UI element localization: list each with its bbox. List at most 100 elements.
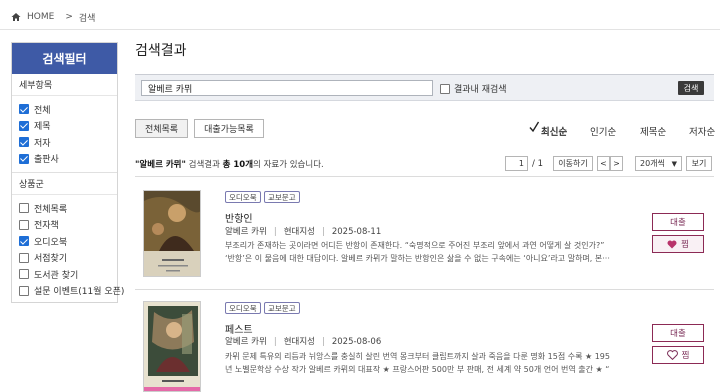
book-cover-image [144,191,200,276]
sort-title[interactable]: 제목순 [640,124,666,138]
item-title[interactable]: 반항인 [225,210,253,225]
checkbox[interactable] [19,219,29,230]
filter-item-bookstore[interactable]: 서점찾기 [19,250,117,267]
item-date: 2025-08-06 [331,337,382,347]
checkbox[interactable] [19,236,29,247]
sort-author[interactable]: 저자순 [689,124,715,138]
loan-button[interactable]: 대출 [652,213,704,231]
tab-available-list[interactable]: 대출가능목록 [194,119,264,138]
search-filter-panel: 검색필터 세부항목 전체 제목 저자 출판사 상품군 전체목록 전자책 오디오북… [11,42,124,303]
item-meta: 알베르 카뮈 | 현대지성 | 2025-08-11 [225,227,382,237]
section-title-product: 상품군 [12,173,117,195]
filter-item-audiobook[interactable]: 오디오북 [19,233,117,250]
per-page-value: 20개씩 [640,159,665,168]
breadcrumb-home[interactable]: HOME [27,12,54,22]
filter-item-ebook[interactable]: 전자책 [19,217,117,234]
item-date: 2025-08-11 [331,227,382,237]
loan-button[interactable]: 대출 [652,324,704,342]
breadcrumb-current: 검색 [78,13,96,24]
prev-page-button[interactable]: < [597,156,610,171]
filter-label: 오디오북 [34,237,68,248]
page-number-input[interactable]: 1 [505,156,528,171]
heart-icon [667,240,677,248]
filter-label: 전체 [34,105,51,116]
desc-line: 부조리가 존재하는 곳이라면 어디든 반항이 존재한다. “숙명적으로 주어진 … [225,241,605,250]
wishlist-label: 찜 [681,351,690,361]
checkbox[interactable] [19,104,29,115]
book-cover[interactable] [143,301,201,392]
rescan-label: 결과내 재검색 [454,85,507,95]
search-button[interactable]: 검색 [678,81,704,95]
section-title-detail: 세부항목 [12,74,117,96]
checkbox[interactable] [19,137,29,148]
checkbox[interactable] [19,269,29,280]
page-title: 검색결과 [135,43,187,59]
list-divider [135,289,714,290]
wishlist-button[interactable]: 찜 [652,346,704,364]
item-meta: 알베르 카뮈 | 현대지성 | 2025-08-06 [225,337,382,347]
list-divider [135,176,714,177]
filter-label: 설문 이벤트(11월 오픈) [34,287,125,298]
desc-line: ‘반항’은 이 물음에 대한 대답이다. 알베르 카뮈가 말하는 반항인은 삶을… [225,254,610,263]
checkbox[interactable] [19,285,29,296]
filter-label: 저자 [34,138,51,149]
sort-latest[interactable]: 최신순 [541,124,567,138]
rescan-option[interactable]: 결과내 재검색 [440,82,507,95]
item-publisher: 현대지성 [283,227,315,237]
filter-item-survey[interactable]: 설문 이벤트(11월 오픈) [19,283,124,300]
view-button[interactable]: 보기 [686,156,712,171]
sort-popular[interactable]: 인기순 [590,124,616,138]
home-icon[interactable] [11,12,21,22]
search-input[interactable] [141,80,433,96]
item-title[interactable]: 페스트 [225,321,253,336]
summary-query: "알베르 카뮈" [135,160,186,170]
item-author: 알베르 카뮈 [225,337,267,347]
search-bar: 결과내 재검색 검색 [135,74,714,101]
item-description: 부조리가 존재하는 곳이라면 어디든 반항이 존재한다. “숙명적으로 주어진 … [225,239,610,265]
filter-item-title[interactable]: 제목 [19,118,117,135]
wishlist-button[interactable]: 찜 [652,235,704,253]
next-page-button[interactable]: > [610,156,623,171]
check-icon [529,121,539,133]
summary-middle: 검색결과 [185,160,223,170]
filter-label: 서점찾기 [34,254,68,265]
filter-label: 도서관 찾기 [34,270,79,281]
filter-label: 출판사 [34,155,59,166]
checkbox[interactable] [19,120,29,131]
item-description: 카뮈 문제 특유의 리듬과 뉘앙스를 충실히 살린 번역 몽크부터 클립트까지 … [225,350,610,376]
checkbox[interactable] [19,153,29,164]
desc-line: 년 노벨문학상 수상 작가 알베르 카뮈의 대표작 ★ 프랑스어판 500만 부… [225,365,610,374]
summary-suffix: 의 자료가 있습니다. [253,160,324,170]
book-cover[interactable] [143,190,201,277]
wishlist-label: 찜 [681,240,689,250]
chevron-down-icon: ▼ [671,159,677,168]
filter-label: 전자책 [34,221,59,232]
filter-item-all[interactable]: 전체 [19,101,117,118]
breadcrumb: HOME > 검색 [11,10,95,24]
checkbox[interactable] [19,203,29,214]
per-page-select[interactable]: 20개씩 ▼ [635,156,682,171]
filter-item-author[interactable]: 저자 [19,134,117,151]
badge-kyobo: 교보문고 [264,191,300,203]
item-author: 알베르 카뮈 [225,227,267,237]
go-page-button[interactable]: 이동하기 [553,156,593,171]
desc-line: 카뮈 문제 특유의 리듬과 뉘앙스를 충실히 살린 번역 몽크부터 클립트까지 … [225,352,610,361]
header-divider [0,29,720,30]
badge-audiobook: 오디오북 [225,302,261,314]
filter-header: 검색필터 [12,43,117,74]
checkbox[interactable] [19,252,29,263]
heart-outline-icon [666,350,678,360]
badge-kyobo: 교보문고 [264,302,300,314]
filter-label: 전체목록 [34,204,68,215]
filter-label: 제목 [34,122,51,133]
filter-item-publisher[interactable]: 출판사 [19,151,117,168]
item-publisher: 현대지성 [283,337,315,347]
filter-item-all-list[interactable]: 전체목록 [19,200,117,217]
page-total: / 1 [532,159,543,169]
rescan-checkbox[interactable] [440,83,450,94]
result-summary: "알베르 카뮈" 검색결과 총 10개의 자료가 있습니다. [135,158,324,170]
book-cover-image [144,302,200,391]
tab-all-list[interactable]: 전체목록 [135,119,188,138]
filter-item-library[interactable]: 도서관 찾기 [19,266,117,283]
badge-audiobook: 오디오북 [225,191,261,203]
